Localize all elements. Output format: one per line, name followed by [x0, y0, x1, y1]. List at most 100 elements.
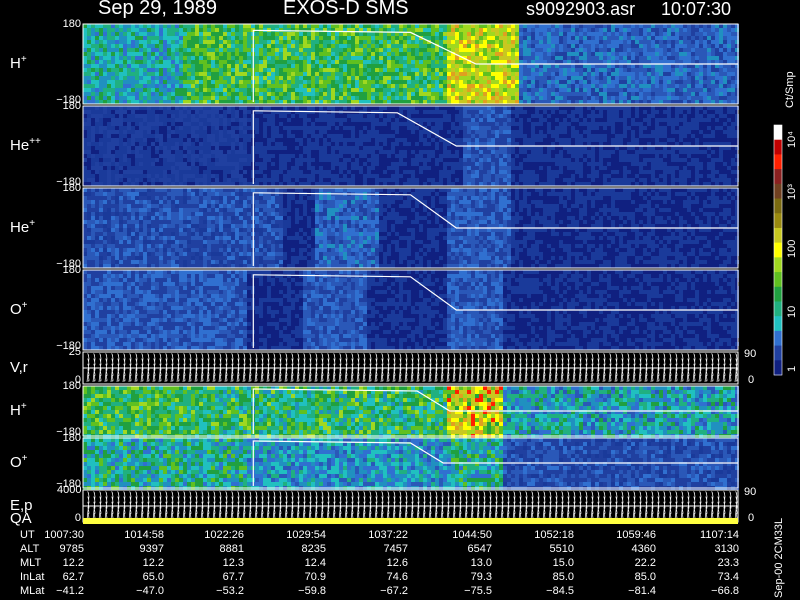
table-cell: 85.0 — [634, 571, 656, 583]
table-cell: 23.3 — [717, 557, 739, 569]
table-cell: −75.5 — [464, 585, 492, 597]
y-tick-top: 180 — [62, 264, 81, 276]
colorbar-swatch — [774, 139, 782, 155]
colorbar-swatch — [774, 125, 782, 141]
colorbar-swatch — [774, 330, 782, 347]
panel-label-he-plus: He+ — [10, 218, 36, 236]
table-cell: 1052:18 — [534, 529, 574, 541]
qa-label: QA — [10, 510, 32, 527]
table-cell: 65.0 — [142, 571, 164, 583]
qa-bar — [83, 518, 738, 524]
table-cell: 4360 — [631, 543, 656, 555]
y-tick-top: 180 — [62, 18, 81, 30]
panel-e-p — [82, 489, 739, 523]
table-cell: 1029:54 — [286, 529, 326, 541]
colorbar-swatch — [774, 169, 782, 185]
table-cell: 13.0 — [470, 557, 492, 569]
table-cell: 6547 — [467, 543, 492, 555]
table-cell: 5510 — [549, 543, 574, 555]
table-cell: 73.4 — [717, 571, 739, 583]
table-cell: 9397 — [139, 543, 164, 555]
table-cell: −41.2 — [56, 585, 84, 597]
colorbar-tick-label: 10⁴ — [786, 131, 798, 148]
y-tick-top: 180 — [62, 100, 81, 112]
table-cell: 1022:26 — [204, 529, 244, 541]
colorbar-swatch — [774, 227, 782, 244]
right-tick-top: 90 — [744, 486, 757, 498]
file-name: s9092903.asr — [526, 0, 636, 19]
colorbar-tick-label: 1 — [786, 365, 798, 372]
table-row-label: UT — [20, 529, 35, 541]
colorbar-unit: Ct/Smp — [784, 71, 796, 108]
table-cell: 1014:58 — [124, 529, 164, 541]
colorbar-swatch — [774, 301, 782, 317]
colorbar-swatch — [774, 213, 782, 229]
table-cell: 70.9 — [304, 571, 326, 583]
side-note: Sep-00 2CM33L — [773, 517, 785, 598]
table-row-label: InLat — [20, 571, 45, 583]
panel-h-plus-2 — [82, 385, 739, 438]
panel-label-he-plus-plus: He++ — [10, 136, 41, 154]
table-cell: 12.2 — [62, 557, 84, 569]
table-cell: 79.3 — [470, 571, 492, 583]
colorbar-swatch — [774, 198, 782, 214]
table-cell: −66.8 — [711, 585, 739, 597]
colorbar-swatch — [774, 154, 782, 170]
table-cell: 1044:50 — [452, 529, 492, 541]
panel-label-o-plus-1: O+ — [10, 300, 28, 318]
panel-o-plus-2 — [82, 437, 739, 490]
colorbar-swatch — [774, 257, 782, 273]
table-cell: −84.5 — [546, 585, 574, 597]
table-cell: 1059:46 — [616, 529, 656, 541]
table-cell: 8881 — [219, 543, 244, 555]
table-cell: 62.7 — [62, 571, 84, 583]
table-cell: 3130 — [714, 543, 739, 555]
table-cell: 8235 — [301, 543, 326, 555]
right-tick-bottom: 0 — [748, 512, 755, 524]
colorbar-tick-label: 10³ — [786, 184, 798, 200]
colorbar-swatch — [774, 183, 782, 200]
y-tick-top: 4000 — [57, 484, 82, 496]
table-cell: −67.2 — [380, 585, 408, 597]
table-cell: −81.4 — [628, 585, 656, 597]
colorbar-swatch — [774, 316, 782, 332]
colorbar-tick-label: 100 — [786, 239, 798, 258]
instrument-title: EXOS-D SMS — [283, 0, 409, 19]
y-tick-top: 25 — [68, 346, 81, 358]
panel-label-o-plus-2: O+ — [10, 453, 28, 471]
plot-date: Sep 29, 1989 — [98, 0, 217, 19]
table-cell: 12.6 — [386, 557, 408, 569]
table-cell: 1037:22 — [368, 529, 408, 541]
y-tick-top: 180 — [62, 432, 81, 444]
y-tick-top: 180 — [62, 182, 81, 194]
table-cell: 7457 — [383, 543, 408, 555]
y-tick-bottom: 0 — [74, 512, 81, 524]
y-tick-top: 180 — [62, 380, 81, 392]
panel-v-r — [82, 351, 739, 385]
colorbar-swatch — [774, 286, 782, 302]
colorbar-swatch — [774, 272, 782, 288]
spectrogram-figure — [82, 23, 783, 524]
colorbar-swatch — [774, 242, 782, 258]
table-cell: 15.0 — [552, 557, 574, 569]
colorbar-tick-label: 10 — [786, 305, 798, 318]
colorbar-swatch — [774, 360, 782, 376]
table-cell: 12.3 — [222, 557, 244, 569]
colorbar-swatch — [774, 345, 782, 361]
table-cell: 67.7 — [222, 571, 244, 583]
panel-label-h-plus-2: H+ — [10, 401, 27, 419]
table-cell: 12.4 — [304, 557, 326, 569]
panel-label-v-r: V,r — [10, 359, 28, 376]
table-cell: 1107:14 — [700, 529, 739, 541]
table-cell: −47.0 — [136, 585, 164, 597]
table-cell: 12.2 — [142, 557, 164, 569]
header-time: 10:07:30 — [661, 0, 732, 19]
table-cell: −59.8 — [298, 585, 326, 597]
table-cell: 1007:30 — [44, 529, 84, 541]
table-cell: −53.2 — [216, 585, 244, 597]
right-tick-top: 90 — [744, 348, 757, 360]
panel-label-h-plus-1: H+ — [10, 54, 27, 72]
table-row-label: MLT — [20, 557, 42, 569]
table-cell: 74.6 — [386, 571, 408, 583]
right-tick-bottom: 0 — [748, 374, 755, 386]
